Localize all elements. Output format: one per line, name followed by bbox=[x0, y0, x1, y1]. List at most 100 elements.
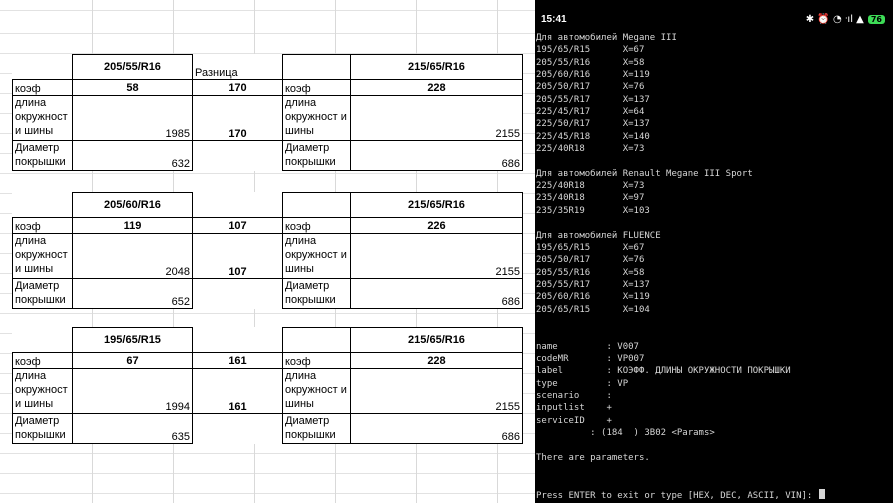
terminal-line: 205/65/R15 X=104 bbox=[536, 304, 650, 315]
terminal-line: 225/45/R17 X=64 bbox=[536, 107, 645, 118]
right-diameter[interactable]: 686 bbox=[350, 278, 523, 309]
left-coef[interactable]: 67 bbox=[72, 352, 193, 369]
length-label[interactable]: длина окружност и шины bbox=[282, 368, 351, 414]
empty-cell[interactable] bbox=[282, 192, 351, 218]
empty-cell[interactable] bbox=[282, 54, 351, 80]
terminal-output[interactable]: Для автомобилей Megane III 195/65/R15 X=6… bbox=[535, 32, 893, 501]
right-coef[interactable]: 226 bbox=[350, 217, 523, 234]
tire-comparison-table[interactable]: 195/65/R15 215/65/R16 коэф 67 161 коэф 228 длин… bbox=[12, 327, 523, 444]
terminal-prompt[interactable]: Press ENTER to exit or type [HEX, DEC, A… bbox=[535, 488, 893, 501]
coef-label[interactable]: коэф bbox=[12, 352, 73, 369]
left-length[interactable]: 1985 bbox=[72, 95, 193, 141]
left-coef[interactable]: 58 bbox=[72, 79, 193, 96]
empty-cell[interactable] bbox=[13, 55, 73, 80]
diameter-label[interactable]: Диаметр покрышки bbox=[12, 278, 73, 309]
terminal-line: label : КОЭФФ. ДЛИНЫ ОКРУЖНОСТИ ПОКРЫШКИ bbox=[536, 366, 791, 377]
text-cursor bbox=[818, 488, 825, 499]
left-tire-size[interactable]: 205/60/R16 bbox=[72, 192, 193, 218]
terminal-line: scenario : bbox=[536, 390, 612, 401]
prompt-text: Press ENTER to exit or type [HEX, DEC, A… bbox=[536, 490, 818, 501]
diff-coef[interactable]: 170 bbox=[192, 79, 283, 96]
right-length[interactable]: 2155 bbox=[350, 368, 523, 414]
diameter-label[interactable]: Диаметр покрышки bbox=[12, 140, 73, 171]
terminal-line: 205/55/R16 X=58 bbox=[536, 267, 645, 278]
coef-label[interactable]: коэф bbox=[282, 352, 351, 369]
coef-label[interactable]: коэф bbox=[282, 79, 351, 96]
terminal-line: 195/65/R15 X=67 bbox=[536, 45, 645, 56]
left-diameter[interactable]: 632 bbox=[72, 140, 193, 171]
left-diameter[interactable]: 635 bbox=[72, 413, 193, 444]
diameter-label[interactable]: Диаметр покрышки bbox=[282, 278, 351, 309]
left-length[interactable]: 2048 bbox=[72, 233, 193, 279]
terminal-line: 225/40R18 X=73 bbox=[536, 181, 645, 192]
right-diameter[interactable]: 686 bbox=[350, 140, 523, 171]
empty-cell[interactable] bbox=[13, 328, 73, 353]
right-tire-size[interactable]: 215/65/R16 bbox=[350, 54, 523, 80]
difference-label[interactable] bbox=[193, 328, 283, 353]
terminal-line: codeMR : VP007 bbox=[536, 353, 645, 364]
status-clock: 15:41 bbox=[541, 14, 567, 25]
terminal-line: 205/55/R17 X=137 bbox=[536, 279, 650, 290]
right-diameter[interactable]: 686 bbox=[350, 413, 523, 444]
diff-length[interactable]: 161 bbox=[192, 368, 283, 414]
diff-coef[interactable]: 107 bbox=[192, 217, 283, 234]
left-diameter[interactable]: 652 bbox=[72, 278, 193, 309]
terminal-line: 205/50/R17 X=76 bbox=[536, 82, 645, 93]
right-length[interactable]: 2155 bbox=[350, 95, 523, 141]
diameter-label[interactable]: Диаметр покрышки bbox=[282, 413, 351, 444]
empty-cell[interactable] bbox=[193, 414, 283, 444]
terminal-line: 225/40R18 X=73 bbox=[536, 144, 645, 155]
spreadsheet[interactable]: 205/55/R16 Разница 215/65/R16 коэф 58 170 коэф… bbox=[0, 0, 535, 503]
terminal-line: 235/35R19 X=103 bbox=[536, 205, 650, 216]
difference-label[interactable] bbox=[193, 193, 283, 218]
left-coef[interactable]: 119 bbox=[72, 217, 193, 234]
terminal-line: 235/40R18 X=97 bbox=[536, 193, 645, 204]
bluetooth-alarm-signal-icons: ✱ ⏰ ◔ ᐧıl ▲ bbox=[805, 14, 864, 25]
right-tire-size[interactable]: 215/65/R16 bbox=[350, 327, 523, 353]
coef-label[interactable]: коэф bbox=[12, 217, 73, 234]
length-label[interactable]: длина окружност и шины bbox=[12, 233, 73, 279]
diff-length[interactable]: 107 bbox=[192, 233, 283, 279]
terminal-line: 205/55/R16 X=58 bbox=[536, 57, 645, 68]
empty-cell[interactable] bbox=[193, 279, 283, 309]
empty-cell[interactable] bbox=[193, 141, 283, 171]
terminal-line: 205/50/R17 X=76 bbox=[536, 255, 645, 266]
tire-comparison-table[interactable]: 205/55/R16 Разница 215/65/R16 коэф 58 170 коэф… bbox=[12, 54, 523, 171]
terminal-line: name : V007 bbox=[536, 341, 639, 352]
right-coef[interactable]: 228 bbox=[350, 79, 523, 96]
empty-cell[interactable] bbox=[13, 193, 73, 218]
difference-label[interactable]: Разница bbox=[193, 55, 283, 80]
terminal-line: 205/60/R16 X=119 bbox=[536, 70, 650, 81]
coef-label[interactable]: коэф bbox=[12, 79, 73, 96]
status-bar: 15:41 ✱ ⏰ ◔ ᐧıl ▲ 76 bbox=[535, 12, 893, 32]
terminal-line: 205/60/R16 X=119 bbox=[536, 292, 650, 303]
terminal-line: Для автомобилей Megane III bbox=[536, 33, 677, 43]
right-length[interactable]: 2155 bbox=[350, 233, 523, 279]
terminal-line: 205/55/R17 X=137 bbox=[536, 94, 650, 105]
right-coef[interactable]: 228 bbox=[350, 352, 523, 369]
phone-screen: 15:41 ✱ ⏰ ◔ ᐧıl ▲ 76 Для автомобилей Meg… bbox=[535, 0, 893, 503]
coef-label[interactable]: коэф bbox=[282, 217, 351, 234]
right-tire-size[interactable]: 215/65/R16 bbox=[350, 192, 523, 218]
length-label[interactable]: длина окружност и шины bbox=[282, 233, 351, 279]
length-label[interactable]: длина окружност и шины bbox=[282, 95, 351, 141]
left-tire-size[interactable]: 195/65/R15 bbox=[72, 327, 193, 353]
empty-cell[interactable] bbox=[282, 327, 351, 353]
diameter-label[interactable]: Диаметр покрышки bbox=[12, 413, 73, 444]
left-tire-size[interactable]: 205/55/R16 bbox=[72, 54, 193, 80]
diff-coef[interactable]: 161 bbox=[192, 352, 283, 369]
terminal-line: 195/65/R15 X=67 bbox=[536, 242, 645, 253]
length-label[interactable]: длина окружност и шины bbox=[12, 368, 73, 414]
length-label[interactable]: длина окружност и шины bbox=[12, 95, 73, 141]
diameter-label[interactable]: Диаметр покрышки bbox=[282, 140, 351, 171]
diff-length[interactable]: 170 bbox=[192, 95, 283, 141]
left-length[interactable]: 1994 bbox=[72, 368, 193, 414]
terminal-line: 225/50/R17 X=137 bbox=[536, 119, 650, 130]
tire-comparison-table[interactable]: 205/60/R16 215/65/R16 коэф 119 107 коэф 226 дли… bbox=[12, 192, 523, 309]
